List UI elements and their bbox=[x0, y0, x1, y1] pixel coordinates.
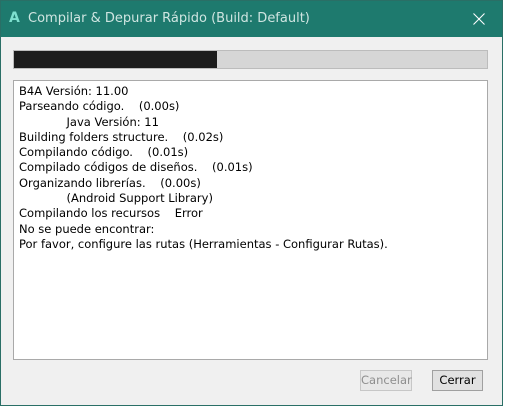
log-line: Compilado códigos de diseños. (0.01s) bbox=[19, 160, 253, 175]
title-bar[interactable]: A Compilar & Depurar Rápido (Build: Defa… bbox=[1, 1, 502, 37]
progress-fill bbox=[14, 51, 218, 68]
b4a-app-icon: A bbox=[9, 10, 20, 26]
compile-dialog: A Compilar & Depurar Rápido (Build: Defa… bbox=[0, 0, 503, 406]
window-close-button[interactable] bbox=[456, 1, 502, 37]
log-line: Organizando librerías. (0.00s) bbox=[19, 175, 201, 190]
close-button[interactable]: Cerrar bbox=[432, 370, 483, 391]
log-line: Compilando código. (0.01s) bbox=[19, 145, 189, 160]
window-title: Compilar & Depurar Rápido (Build: Defaul… bbox=[28, 11, 310, 26]
log-line: Parseando código. (0.00s) bbox=[19, 99, 180, 114]
log-line: Building folders structure. (0.02s) bbox=[19, 129, 224, 144]
log-line: B4A Versión: 11.00 bbox=[19, 84, 129, 98]
cancel-button[interactable]: Cancelar bbox=[360, 370, 412, 391]
log-line: (Android Support Library) bbox=[19, 191, 213, 206]
log-line: Java Versión: 11 bbox=[19, 114, 159, 129]
log-line: No se puede encontrar: bbox=[19, 221, 155, 236]
close-icon bbox=[473, 13, 485, 25]
log-line: Por favor, configure las rutas (Herramie… bbox=[19, 236, 388, 251]
log-line: Compilando los recursos Error bbox=[19, 206, 203, 221]
compile-progress-bar bbox=[13, 50, 488, 69]
compile-log-output[interactable]: B4A Versión: 11.00 Parseando código. (0.0… bbox=[13, 80, 488, 360]
